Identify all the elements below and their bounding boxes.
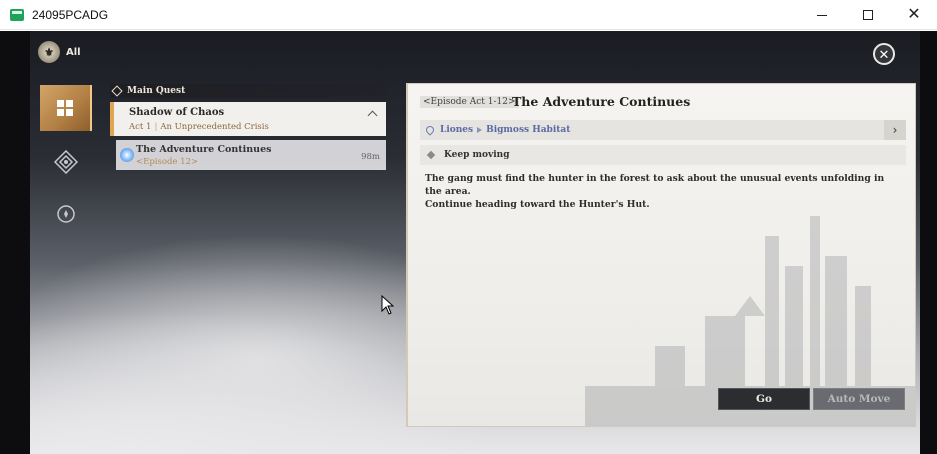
close-icon: ✕	[907, 6, 921, 23]
window-controls: ✕	[799, 0, 937, 30]
quest-marker-icon	[120, 148, 134, 162]
episode-item[interactable]: The Adventure Continues <Episode 12> 98m	[116, 140, 386, 170]
arrow-right-icon	[477, 127, 483, 133]
chevron-up-icon[interactable]	[367, 110, 378, 121]
location-bar[interactable]: Liones Bigmoss Habitat ›	[420, 120, 906, 140]
episode-tag: <Episode Act 1-12>	[420, 96, 519, 108]
quest-card-shadow-of-chaos[interactable]: Shadow of Chaos Act 1 | An Unprecedented C…	[110, 102, 386, 136]
maximize-icon	[863, 10, 873, 20]
tab-main-quest[interactable]	[40, 85, 92, 131]
quest-description: The gang must find the hunter in the for…	[425, 172, 895, 211]
quest-list-header-label: Main Quest	[127, 86, 186, 96]
location-region: Liones	[440, 125, 474, 135]
minimize-button[interactable]	[799, 0, 845, 30]
quest-screen: ⚜ All ✕ Main Quest Shadow of Chaos Act 1…	[30, 31, 920, 454]
detail-title: The Adventure Continues	[512, 94, 691, 109]
close-quest-button[interactable]: ✕	[873, 43, 895, 65]
episode-distance: 98m	[361, 152, 380, 162]
go-button[interactable]: Go	[718, 388, 810, 410]
app-icon	[10, 8, 24, 21]
location-pin-icon	[424, 124, 436, 136]
maximize-button[interactable]	[845, 0, 891, 30]
mouse-cursor-icon	[381, 295, 395, 315]
window-title: 24095PCADG	[32, 7, 109, 22]
episode-subtitle: <Episode 12>	[136, 157, 199, 167]
quest-chapter: An Unprecedented Crisis	[160, 122, 269, 132]
close-icon: ✕	[878, 46, 890, 62]
category-badge[interactable]: ⚜ All	[38, 41, 81, 63]
quest-detail-panel: <Episode Act 1-12> The Adventure Continu…	[406, 83, 916, 427]
category-label: All	[66, 46, 81, 58]
window-border	[920, 31, 937, 454]
diamond-icon	[111, 85, 123, 97]
tab-other-quest[interactable]	[40, 191, 92, 237]
quest-list-header: Main Quest	[110, 84, 386, 98]
emblem-icon: ⚜	[38, 41, 60, 63]
diamond-compass-icon	[54, 150, 78, 174]
minimize-icon	[817, 14, 827, 16]
auto-move-button[interactable]: Auto Move	[813, 388, 905, 410]
description-line-1: The gang must find the hunter in the for…	[425, 173, 885, 197]
window-titlebar: 24095PCADG ✕	[0, 0, 937, 30]
quest-title: Shadow of Chaos	[129, 107, 225, 118]
description-line-2: Continue heading toward the Hunter's Hut…	[425, 199, 650, 210]
location-chevron-button[interactable]: ›	[884, 120, 906, 140]
location-area: Bigmoss Habitat	[486, 125, 571, 135]
close-window-button[interactable]: ✕	[891, 0, 937, 30]
circle-target-icon	[57, 205, 75, 223]
game-viewport: ⚜ All ✕ Main Quest Shadow of Chaos Act 1…	[0, 31, 937, 454]
objective-text: Keep moving	[444, 150, 510, 160]
quest-subtitle: Act 1 | An Unprecedented Crisis	[129, 122, 269, 132]
objective-diamond-icon	[426, 150, 436, 160]
main-quest-icon	[57, 100, 73, 116]
chevron-right-icon: ›	[892, 123, 898, 137]
episode-title: The Adventure Continues	[136, 144, 272, 155]
tab-side-quest[interactable]	[40, 139, 92, 185]
objective-bar: Keep moving	[420, 145, 906, 165]
quest-act: Act 1	[129, 122, 152, 132]
